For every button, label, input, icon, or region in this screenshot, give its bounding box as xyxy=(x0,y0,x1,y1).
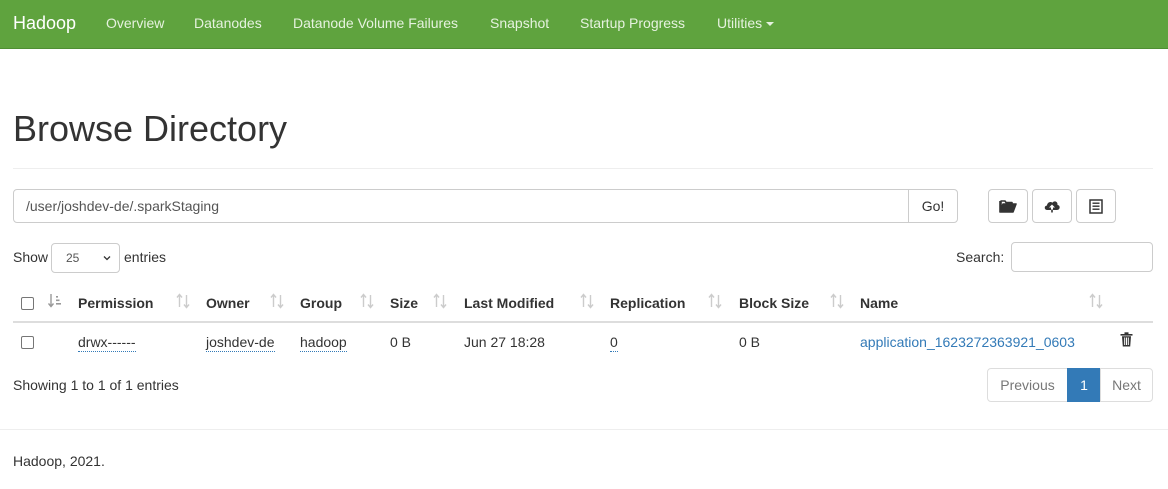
sort-desc-icon[interactable] xyxy=(48,293,62,309)
go-button[interactable]: Go! xyxy=(908,189,958,223)
table-header-divider xyxy=(13,321,1153,323)
pagination-previous[interactable]: Previous xyxy=(987,368,1068,402)
sort-icon[interactable] xyxy=(360,293,374,309)
replication-value[interactable]: 0 xyxy=(610,334,618,352)
col-size[interactable]: Size xyxy=(390,295,418,311)
sort-icon[interactable] xyxy=(830,293,844,309)
sort-icon[interactable] xyxy=(580,293,594,309)
upload-files-button[interactable] xyxy=(1032,189,1072,223)
trash-icon[interactable] xyxy=(1120,332,1133,347)
entries-label: entries xyxy=(124,249,167,265)
last-modified-value: Jun 27 18:28 xyxy=(464,334,545,350)
sort-icon[interactable] xyxy=(1089,293,1103,309)
nav-utilities-label: Utilities xyxy=(717,15,763,31)
col-replication[interactable]: Replication xyxy=(610,295,685,311)
footer-divider xyxy=(0,429,1168,430)
page-length-value: 25 xyxy=(66,251,80,265)
footer-text: Hadoop, 2021. xyxy=(13,453,105,469)
col-permission[interactable]: Permission xyxy=(78,295,153,311)
pagination-next[interactable]: Next xyxy=(1100,368,1153,402)
group-value[interactable]: hadoop xyxy=(300,334,347,352)
col-owner[interactable]: Owner xyxy=(206,295,250,311)
col-name[interactable]: Name xyxy=(860,295,898,311)
block-size-value: 0 B xyxy=(739,334,761,350)
sort-icon[interactable] xyxy=(176,293,190,309)
search-input[interactable] xyxy=(1011,242,1153,272)
create-directory-button[interactable] xyxy=(988,189,1028,223)
size-value: 0 B xyxy=(390,334,412,350)
table-info: Showing 1 to 1 of 1 entries xyxy=(13,377,179,393)
page-length-select[interactable]: 25 xyxy=(51,243,120,273)
cut-paste-button[interactable] xyxy=(1076,189,1116,223)
list-icon xyxy=(1089,198,1103,214)
sort-icon[interactable] xyxy=(270,293,284,309)
select-all-checkbox[interactable] xyxy=(21,297,34,310)
show-label: Show xyxy=(13,249,49,265)
nav-startup-progress[interactable]: Startup Progress xyxy=(580,15,685,31)
caret-down-icon xyxy=(766,22,775,27)
col-block-size[interactable]: Block Size xyxy=(739,295,809,311)
file-name-link[interactable]: application_1623272363921_0603 xyxy=(860,334,1075,350)
search-label: Search: xyxy=(956,249,1005,265)
sort-icon[interactable] xyxy=(708,293,722,309)
sort-icon[interactable] xyxy=(433,293,447,309)
permission-value[interactable]: drwx------ xyxy=(78,334,136,352)
page-title: Browse Directory xyxy=(13,108,288,149)
folder-open-icon xyxy=(999,200,1017,213)
header-divider xyxy=(13,168,1153,169)
nav-overview[interactable]: Overview xyxy=(106,15,164,31)
nav-snapshot[interactable]: Snapshot xyxy=(490,15,549,31)
nav-utilities-dropdown[interactable]: Utilities xyxy=(717,15,775,31)
nav-datanodes[interactable]: Datanodes xyxy=(194,15,262,31)
owner-value[interactable]: joshdev-de xyxy=(206,334,275,352)
chevron-down-icon xyxy=(103,256,111,261)
directory-path-input[interactable] xyxy=(13,189,909,223)
navbar: Hadoop Overview Datanodes Datanode Volum… xyxy=(0,0,1168,49)
col-last-modified[interactable]: Last Modified xyxy=(464,295,554,311)
nav-datanode-volume-failures[interactable]: Datanode Volume Failures xyxy=(293,15,458,31)
pagination-page-1[interactable]: 1 xyxy=(1067,368,1101,402)
cloud-upload-icon xyxy=(1044,201,1060,213)
brand-link[interactable]: Hadoop xyxy=(13,13,76,34)
row-checkbox[interactable] xyxy=(21,336,34,349)
col-group[interactable]: Group xyxy=(300,295,342,311)
